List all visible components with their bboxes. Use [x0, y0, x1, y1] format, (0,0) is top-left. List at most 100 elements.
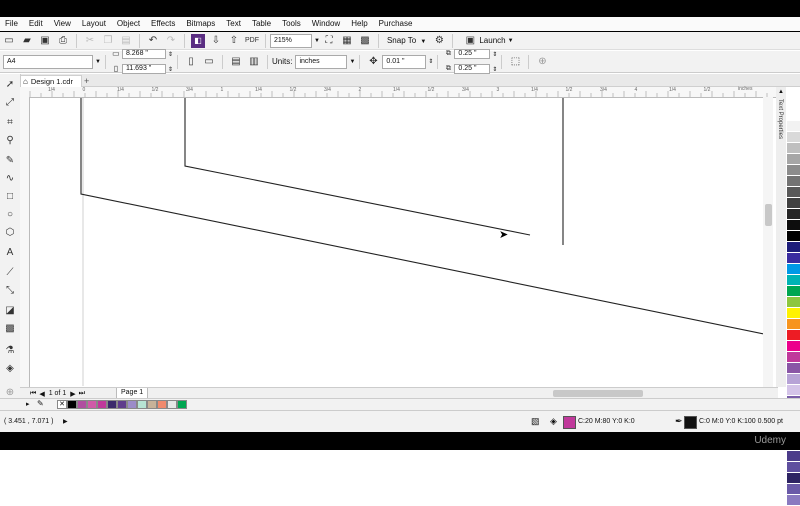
menu-file[interactable]: File	[0, 17, 24, 31]
eyedropper-tool-icon[interactable]: ⚗	[3, 344, 17, 358]
undo-icon[interactable]: ↶	[146, 34, 160, 48]
spinner-icon[interactable]: ⇕	[428, 58, 433, 65]
document-swatch[interactable]	[117, 400, 127, 409]
status-expand-icon[interactable]: ▶	[63, 418, 68, 425]
palette-swatch[interactable]	[787, 275, 800, 286]
polygon-tool-icon[interactable]: ⬡	[3, 226, 17, 240]
paste-icon[interactable]: ▤	[119, 34, 133, 48]
spinner-icon[interactable]: ⇕	[492, 51, 497, 58]
first-page-icon[interactable]: ⏮	[30, 390, 36, 398]
document-swatch[interactable]	[167, 400, 177, 409]
spinner-icon[interactable]: ⇕	[168, 66, 173, 73]
vertical-scrollbar-thumb[interactable]	[765, 204, 772, 226]
chevron-down-icon[interactable]: ▼	[349, 59, 355, 65]
palette-swatch[interactable]	[787, 121, 800, 132]
rectangle-tool-icon[interactable]: □	[3, 190, 17, 204]
palette-swatch[interactable]	[787, 330, 800, 341]
palette-swatch[interactable]	[787, 242, 800, 253]
palette-swatch[interactable]	[787, 319, 800, 330]
connector-tool-icon[interactable]: ⤡	[3, 284, 17, 298]
next-page-icon[interactable]: ▶	[70, 390, 75, 398]
freehand-tool-icon[interactable]: ✎	[3, 154, 17, 168]
docker-arrow-icon[interactable]: ▲	[778, 89, 784, 95]
document-swatch[interactable]	[157, 400, 167, 409]
palette-swatch[interactable]	[787, 286, 800, 297]
page-size-select[interactable]: A4	[3, 54, 93, 69]
palette-swatch[interactable]	[787, 484, 800, 495]
portrait-icon[interactable]: ▯	[184, 55, 198, 69]
eyedropper-icon[interactable]: ✎	[37, 399, 44, 408]
menu-table[interactable]: Table	[247, 17, 277, 31]
vertical-ruler[interactable]	[20, 97, 30, 387]
units-select[interactable]: inches	[295, 54, 348, 69]
palette-swatch[interactable]	[787, 363, 800, 374]
document-swatch[interactable]	[97, 400, 107, 409]
duplicate-y-field[interactable]: 0.25 "	[454, 64, 491, 74]
last-page-icon[interactable]: ⏭	[79, 390, 85, 398]
menu-window[interactable]: Window	[307, 17, 346, 31]
crop-tool-icon[interactable]: ⌗	[3, 116, 17, 130]
palette-swatch[interactable]	[787, 165, 800, 176]
search-content-icon[interactable]: ◧	[191, 33, 205, 48]
gear-icon[interactable]: ⚙	[432, 34, 446, 48]
palette-swatch[interactable]	[787, 231, 800, 242]
horizontal-ruler[interactable]: 1/4 0 1/4 1/2 3/4 1 1/4 1/2 3/4 2 1/4 1/2 3/4 3 1/4 1/2…	[20, 86, 778, 98]
palette-swatch[interactable]	[787, 374, 800, 385]
drop-shadow-tool-icon[interactable]: ◪	[3, 304, 17, 318]
launch-menu[interactable]: ▣ Launch ▼	[461, 34, 514, 48]
document-swatch[interactable]	[77, 400, 87, 409]
nudge-distance-field[interactable]: 0.01 "	[382, 54, 427, 69]
duplicate-x-field[interactable]: 0.25 "	[454, 49, 491, 59]
artistic-media-tool-icon[interactable]: ∿	[3, 172, 17, 186]
page-height-field[interactable]: 11.693 "	[121, 64, 166, 74]
palette-swatch[interactable]	[787, 462, 800, 473]
landscape-icon[interactable]: ▭	[202, 55, 216, 69]
full-screen-preview-icon[interactable]: ⛶	[322, 34, 336, 48]
outline-color-chip[interactable]	[684, 416, 697, 429]
palette-swatch[interactable]	[787, 132, 800, 143]
page-width-field[interactable]: 8.268 "	[121, 49, 166, 59]
drawn-line-outer[interactable]	[80, 98, 765, 335]
document-swatch[interactable]	[67, 400, 77, 409]
outline-pen-icon[interactable]: ✒	[675, 416, 683, 427]
snap-to-menu[interactable]: Snap To ▼	[387, 36, 426, 45]
open-folder-icon[interactable]: ▰	[20, 34, 34, 48]
document-swatch[interactable]	[177, 400, 187, 409]
interactive-fill-tool-icon[interactable]: ◈	[3, 362, 17, 376]
cut-icon[interactable]: ✂	[83, 34, 97, 48]
copy-icon[interactable]: ❐	[101, 34, 115, 48]
palette-swatch[interactable]	[787, 143, 800, 154]
menu-purchase[interactable]: Purchase	[374, 17, 419, 31]
text-properties-tab[interactable]: Text Properties	[777, 99, 783, 139]
palette-swatch[interactable]	[787, 198, 800, 209]
menu-bitmaps[interactable]: Bitmaps	[181, 17, 221, 31]
current-page-icon[interactable]: ▥	[247, 55, 261, 69]
prev-page-icon[interactable]: ◀	[39, 390, 44, 398]
horizontal-scrollbar-thumb[interactable]	[553, 390, 643, 397]
palette-swatch[interactable]	[787, 220, 800, 231]
show-grid-icon[interactable]: ▩	[358, 34, 372, 48]
drawn-line-inner[interactable]	[184, 98, 531, 236]
menu-object[interactable]: Object	[112, 17, 146, 31]
menu-layout[interactable]: Layout	[77, 17, 112, 31]
fill-bucket-icon[interactable]: ◈	[550, 416, 557, 427]
palette-swatch[interactable]	[787, 473, 800, 484]
palette-swatch[interactable]	[787, 451, 800, 462]
document-swatch[interactable]	[127, 400, 137, 409]
palette-swatch[interactable]	[787, 187, 800, 198]
document-swatch[interactable]	[87, 400, 97, 409]
zoom-tool-icon[interactable]: ⚲	[3, 134, 17, 148]
publish-pdf-icon[interactable]: PDF	[245, 34, 259, 48]
redo-icon[interactable]: ↷	[164, 34, 178, 48]
new-tab-icon[interactable]: +	[84, 75, 89, 87]
palette-swatch[interactable]	[787, 264, 800, 275]
fill-color-chip[interactable]	[563, 416, 576, 429]
menu-view[interactable]: View	[49, 17, 77, 31]
export-icon[interactable]: ⇧	[227, 34, 241, 48]
palette-swatch[interactable]	[787, 341, 800, 352]
vertical-scrollbar[interactable]	[763, 97, 773, 387]
palette-swatch[interactable]	[787, 495, 800, 506]
add-icon[interactable]: ⊕	[535, 55, 549, 69]
spinner-icon[interactable]: ⇕	[492, 66, 497, 73]
palette-swatch[interactable]	[787, 352, 800, 363]
